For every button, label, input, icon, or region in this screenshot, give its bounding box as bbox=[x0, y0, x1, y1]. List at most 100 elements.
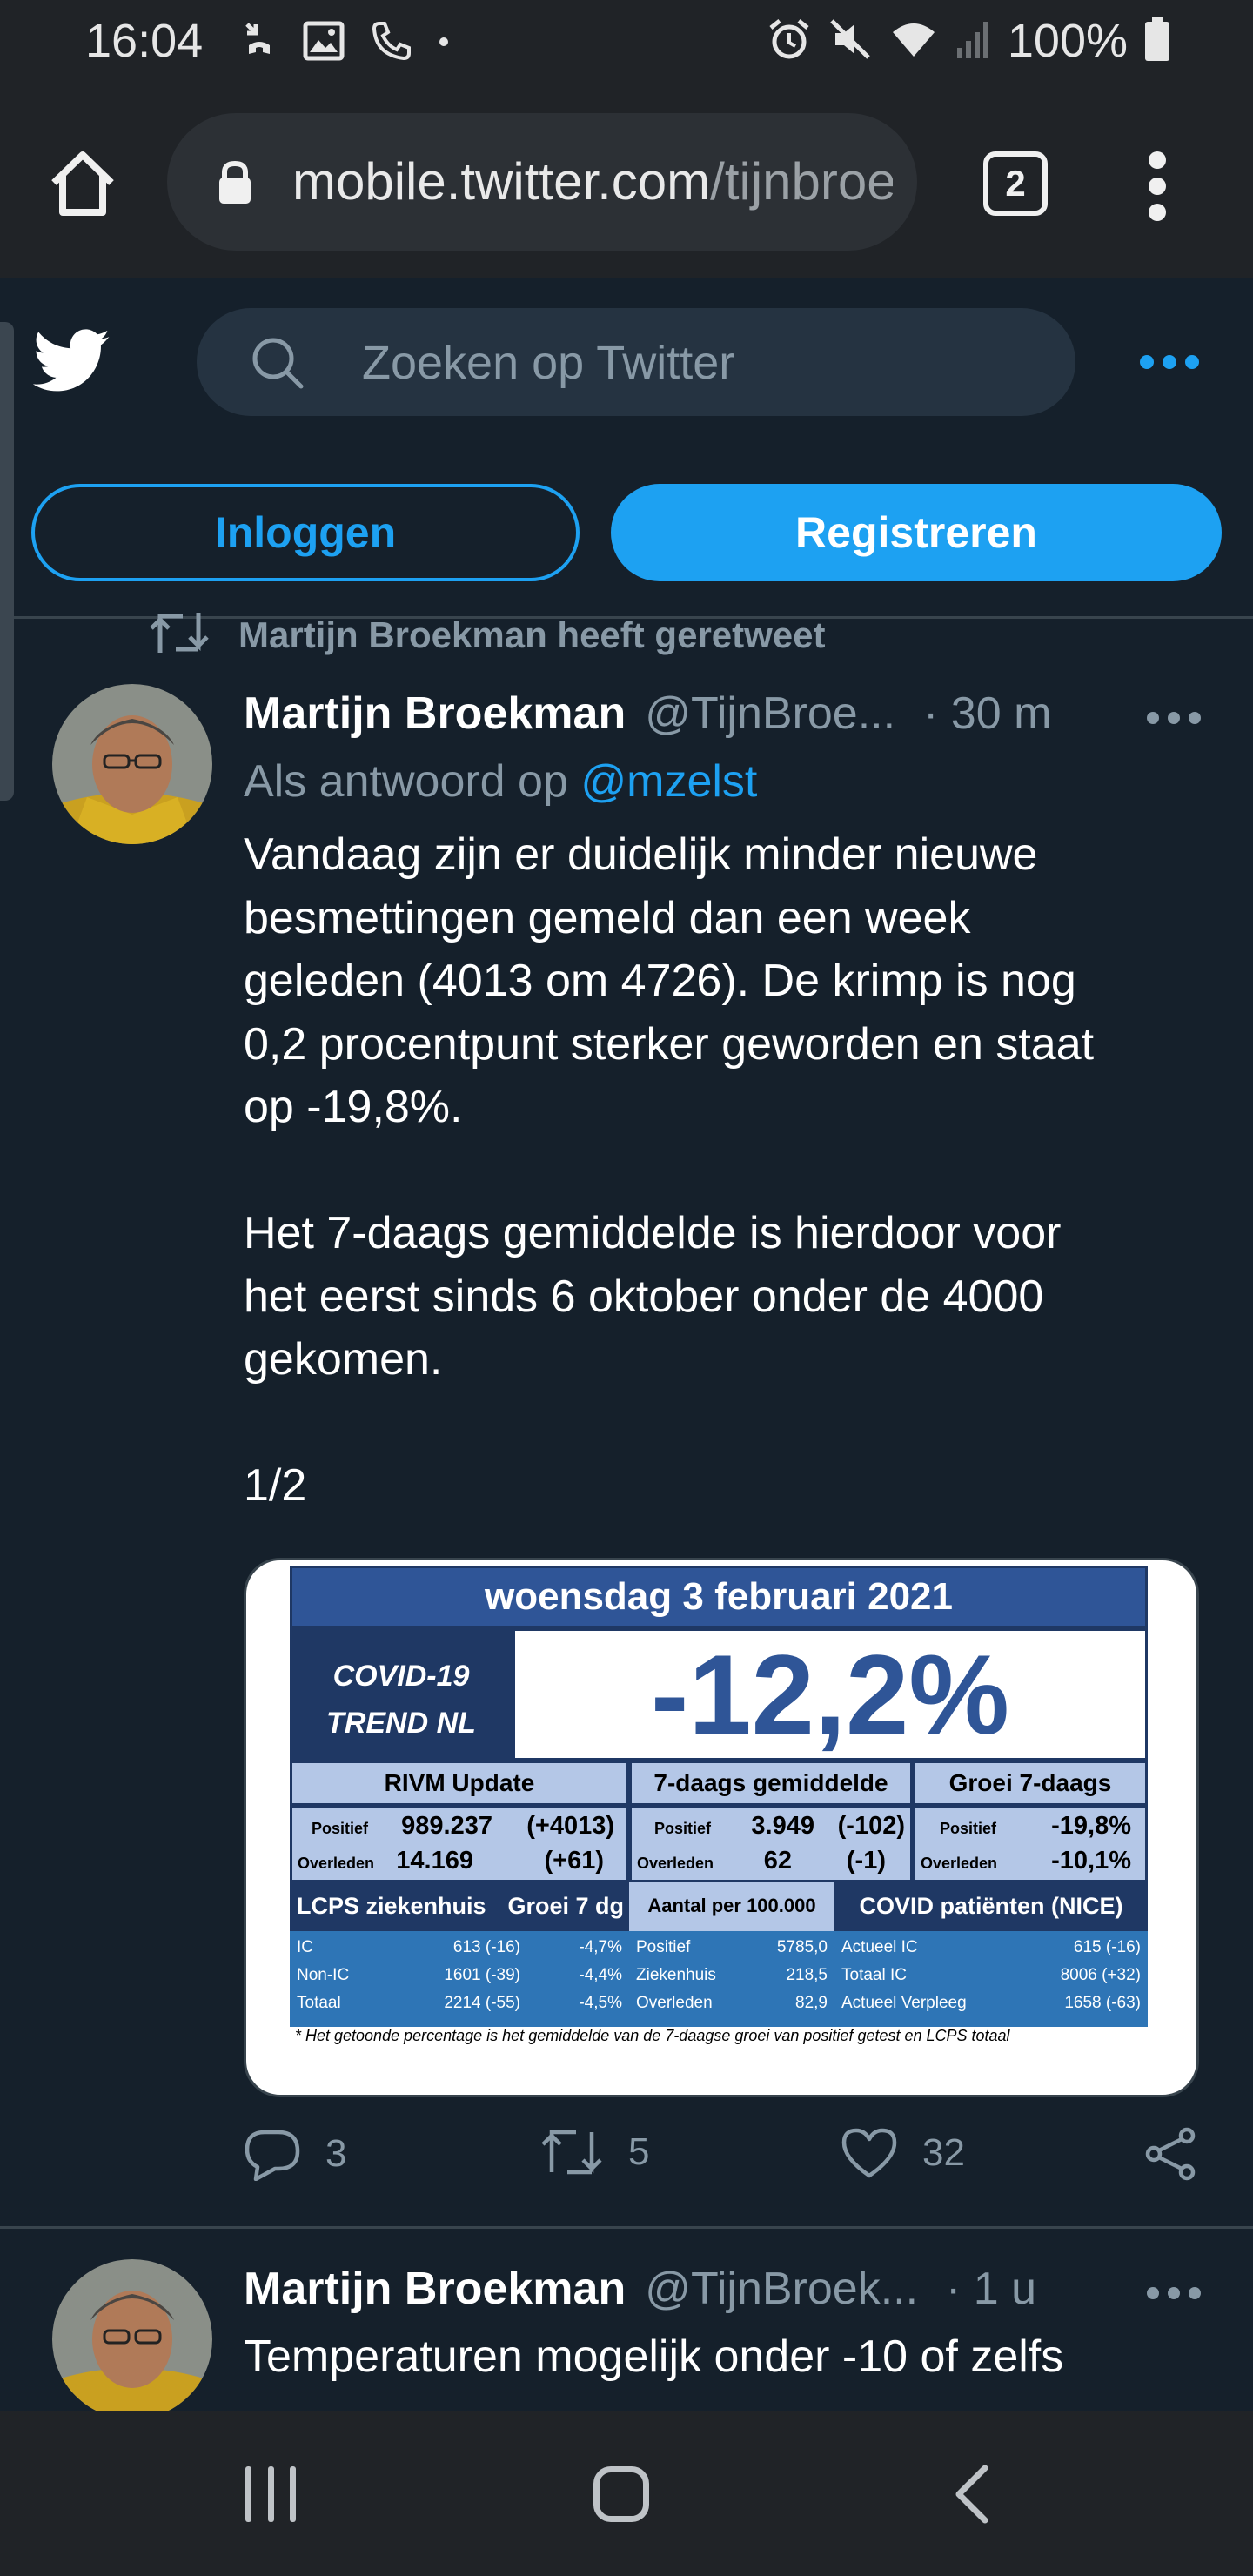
retweet-context: Martijn Broekman heeft geretweet bbox=[148, 609, 826, 661]
avg-cell: Positief 3.949 (-102) Overleden 62 (-1) bbox=[629, 1806, 913, 1882]
avg-over-delta: (-1) bbox=[846, 1847, 886, 1875]
search-icon bbox=[251, 336, 305, 394]
login-button[interactable]: Inloggen bbox=[31, 484, 580, 581]
twitter-header: Zoeken op Twitter Inloggen Registreren bbox=[0, 278, 1253, 619]
lcps-groei: -4,7% bbox=[579, 1938, 622, 1956]
reply-button[interactable]: 3 bbox=[244, 2127, 346, 2181]
positief-label: Positief bbox=[654, 1820, 712, 1837]
search-input[interactable]: Zoeken op Twitter bbox=[197, 308, 1075, 416]
author-name[interactable]: Martijn Broekman bbox=[244, 688, 626, 740]
lcps-groei-header: Groei 7 dg bbox=[507, 1893, 624, 1919]
back-button[interactable] bbox=[952, 2463, 990, 2530]
infographic-title: woensdag 3 februari 2021 bbox=[290, 1566, 1148, 1628]
avatar[interactable] bbox=[52, 684, 212, 844]
lcps-header: LCPS ziekenhuis Groei 7 dg bbox=[290, 1882, 629, 1931]
rivm-pos-value: 989.237 bbox=[401, 1812, 492, 1840]
scroll-indicator[interactable] bbox=[0, 322, 14, 801]
tweet-header: Martijn Broekman @TijnBroe... · 30 m bbox=[244, 688, 1051, 740]
more-options-button[interactable] bbox=[1140, 355, 1199, 369]
lcps-groei: -4,4% bbox=[579, 1966, 622, 1984]
tweet-time[interactable]: · 1 u bbox=[946, 2263, 1036, 2315]
rivm-over-delta: (+61) bbox=[544, 1847, 604, 1875]
lcps-label: IC bbox=[297, 1938, 313, 1956]
home-icon bbox=[51, 151, 114, 216]
positief-label: Positief bbox=[940, 1820, 997, 1837]
nice-table: Actueel IC 615 (-16) Totaal IC 8006 (+32) … bbox=[834, 1931, 1148, 2027]
overleden-label: Overleden bbox=[921, 1855, 998, 1872]
status-time: 16:04 bbox=[85, 15, 204, 67]
retweet-icon bbox=[148, 609, 212, 661]
lock-icon bbox=[216, 160, 254, 210]
reply-icon bbox=[245, 2130, 300, 2181]
wifi-icon bbox=[889, 18, 938, 64]
tweet-actions: 3 5 32 bbox=[244, 2127, 1209, 2197]
retweet-icon bbox=[541, 2130, 602, 2175]
covid-infographic: woensdag 3 februari 2021 COVID-19 TREND … bbox=[290, 1566, 1148, 2044]
groei-cell: Positief -19,8% Overleden -10,1% bbox=[913, 1806, 1148, 1882]
per100k-label: Overleden bbox=[636, 1994, 713, 2012]
nice-label: Totaal IC bbox=[841, 1966, 907, 1984]
reply-prefix: Als antwoord op bbox=[244, 756, 581, 807]
groei-header: Groei 7-daags bbox=[913, 1761, 1148, 1806]
avatar[interactable] bbox=[52, 2259, 212, 2419]
rivm-over-value: 14.169 bbox=[396, 1847, 473, 1875]
retweet-button[interactable]: 5 bbox=[539, 2127, 649, 2177]
more-dot-icon bbox=[1168, 712, 1180, 724]
browser-menu-button[interactable] bbox=[1147, 151, 1168, 221]
avg-over-value: 62 bbox=[763, 1847, 792, 1875]
browser-toolbar: mobile.twitter.com/tijnbroe 2 bbox=[0, 87, 1253, 278]
lcps-header-label: LCPS ziekenhuis bbox=[297, 1893, 486, 1919]
tweet-text: Vandaag zijn er duidelijk minder nieuwe … bbox=[244, 829, 1095, 1511]
gallery-icon bbox=[303, 21, 345, 65]
author-handle[interactable]: @TijnBroe... bbox=[645, 688, 895, 740]
overleden-label: Overleden bbox=[637, 1855, 714, 1872]
author-handle[interactable]: @TijnBroek... bbox=[645, 2263, 918, 2315]
address-bar[interactable]: mobile.twitter.com/tijnbroe bbox=[167, 113, 917, 251]
reply-mention-link[interactable]: @mzelst bbox=[580, 756, 757, 807]
like-button[interactable]: 32 bbox=[841, 2127, 965, 2179]
covid-trend-label: COVID-19 TREND NL bbox=[290, 1628, 513, 1761]
tweet-text: Temperaturen mogelijk onder -10 of zelfs bbox=[244, 2331, 1064, 2382]
per100k-header: Aantal per 100.000 bbox=[629, 1882, 834, 1931]
nice-value: 615 (-16) bbox=[1073, 1938, 1141, 1956]
more-dot-icon bbox=[1189, 2287, 1201, 2299]
battery-icon bbox=[1145, 17, 1169, 65]
twitter-logo-icon[interactable] bbox=[32, 329, 111, 398]
share-icon bbox=[1145, 2127, 1196, 2181]
menu-dot-icon bbox=[1149, 178, 1166, 195]
mute-icon bbox=[828, 17, 872, 65]
search-placeholder: Zoeken op Twitter bbox=[362, 337, 735, 389]
groei-pos-value: -19,8% bbox=[1051, 1812, 1131, 1840]
like-count: 32 bbox=[922, 2131, 965, 2174]
tweet-more-button[interactable] bbox=[1147, 2287, 1201, 2299]
tweet-more-button[interactable] bbox=[1147, 712, 1201, 724]
covid-line-2: TREND NL bbox=[326, 1707, 476, 1740]
notification-icons bbox=[240, 19, 449, 67]
recents-icon bbox=[245, 2466, 251, 2522]
retweet-label: Martijn Broekman heeft geretweet bbox=[238, 614, 826, 655]
per100k-table: Positief 5785,0 Ziekenhuis 218,5 Overleden… bbox=[629, 1931, 834, 2027]
tweet-media-image[interactable]: woensdag 3 februari 2021 COVID-19 TREND … bbox=[244, 1558, 1199, 2097]
alarm-icon bbox=[767, 17, 811, 65]
rivm-pos-delta: (+4013) bbox=[526, 1812, 614, 1840]
avg-pos-value: 3.949 bbox=[751, 1812, 814, 1840]
share-button[interactable] bbox=[1143, 2127, 1199, 2181]
missed-call-icon bbox=[240, 19, 278, 67]
recents-button[interactable] bbox=[245, 2466, 296, 2522]
nav-home-button[interactable] bbox=[593, 2466, 649, 2522]
tweet-divider bbox=[0, 2226, 1253, 2229]
nice-label: Actueel IC bbox=[841, 1938, 918, 1956]
lcps-groei: -4,5% bbox=[579, 1994, 622, 2012]
register-button[interactable]: Registreren bbox=[611, 484, 1222, 581]
per100k-label: Ziekenhuis bbox=[636, 1966, 716, 1984]
system-icons: 100% bbox=[767, 14, 1169, 68]
covid-line-1: COVID-19 bbox=[332, 1660, 470, 1693]
tab-switcher-button[interactable]: 2 bbox=[983, 151, 1048, 216]
per100k-value: 218,5 bbox=[786, 1966, 828, 1984]
tweet-time[interactable]: · 30 m bbox=[923, 688, 1051, 740]
author-name[interactable]: Martijn Broekman bbox=[244, 2263, 626, 2315]
android-nav-bar bbox=[0, 2411, 1253, 2576]
trend-percentage: -12,2% bbox=[513, 1628, 1148, 1761]
positief-label: Positief bbox=[312, 1820, 369, 1837]
browser-home-button[interactable] bbox=[44, 144, 122, 223]
